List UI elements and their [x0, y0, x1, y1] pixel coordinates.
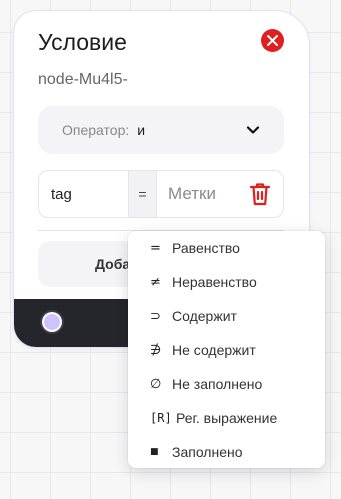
- node-id-text: node-Mu4l5-: [38, 71, 128, 88]
- chevron-down-icon: [246, 126, 260, 134]
- operator-value: и: [137, 122, 146, 138]
- dropdown-item-label: Неравенство: [172, 274, 257, 290]
- delete-condition-button[interactable]: [248, 181, 272, 207]
- dropdown-item-label: Содержит: [172, 308, 237, 324]
- dropdown-item-symbol: ■: [150, 447, 159, 457]
- dropdown-item-label: Не заполнено: [172, 376, 263, 392]
- operator-label: Оператор:: [62, 122, 130, 138]
- dropdown-item-equals[interactable]: = Равенство: [128, 231, 325, 265]
- dropdown-item-empty[interactable]: ∅ Не заполнено: [128, 367, 325, 401]
- dropdown-item-symbol: [R]: [150, 411, 172, 425]
- condition-row: =: [38, 170, 284, 218]
- dropdown-item-filled[interactable]: ■ Заполнено: [128, 435, 325, 469]
- dropdown-item-label: Не содержит: [172, 342, 256, 358]
- dropdown-item-label: Заполнено: [172, 444, 243, 460]
- connection-handle[interactable]: [40, 310, 64, 334]
- close-button[interactable]: [261, 29, 284, 52]
- dropdown-item-symbol: ∌: [150, 342, 162, 358]
- dropdown-item-label: Рег. выражение: [176, 410, 278, 426]
- dropdown-item-symbol: ∅: [150, 376, 162, 392]
- dropdown-item-not-equals[interactable]: ≠ Неравенство: [128, 265, 325, 299]
- operator-symbol-button[interactable]: =: [128, 171, 157, 217]
- operator-select[interactable]: Оператор: и: [38, 106, 284, 154]
- dropdown-item-symbol: ≠: [150, 274, 161, 290]
- handle-dot: [44, 314, 60, 330]
- dropdown-item-label: Равенство: [172, 240, 240, 256]
- dropdown-item-symbol: ⊃: [150, 308, 161, 324]
- trash-icon: [249, 183, 271, 206]
- dropdown-item-regex[interactable]: [R] Рег. выражение: [128, 401, 325, 435]
- close-icon: [267, 35, 278, 46]
- node-title: Условие: [38, 29, 127, 55]
- operator-dropdown-menu: = Равенство ≠ Неравенство ⊃ Содержит ∌ Н…: [128, 231, 325, 468]
- dropdown-item-symbol: =: [150, 240, 161, 256]
- dropdown-item-not-contains[interactable]: ∌ Не содержит: [128, 333, 325, 367]
- value-input[interactable]: [156, 171, 246, 217]
- dropdown-item-contains[interactable]: ⊃ Содержит: [128, 299, 325, 333]
- field-name-input[interactable]: [39, 171, 127, 217]
